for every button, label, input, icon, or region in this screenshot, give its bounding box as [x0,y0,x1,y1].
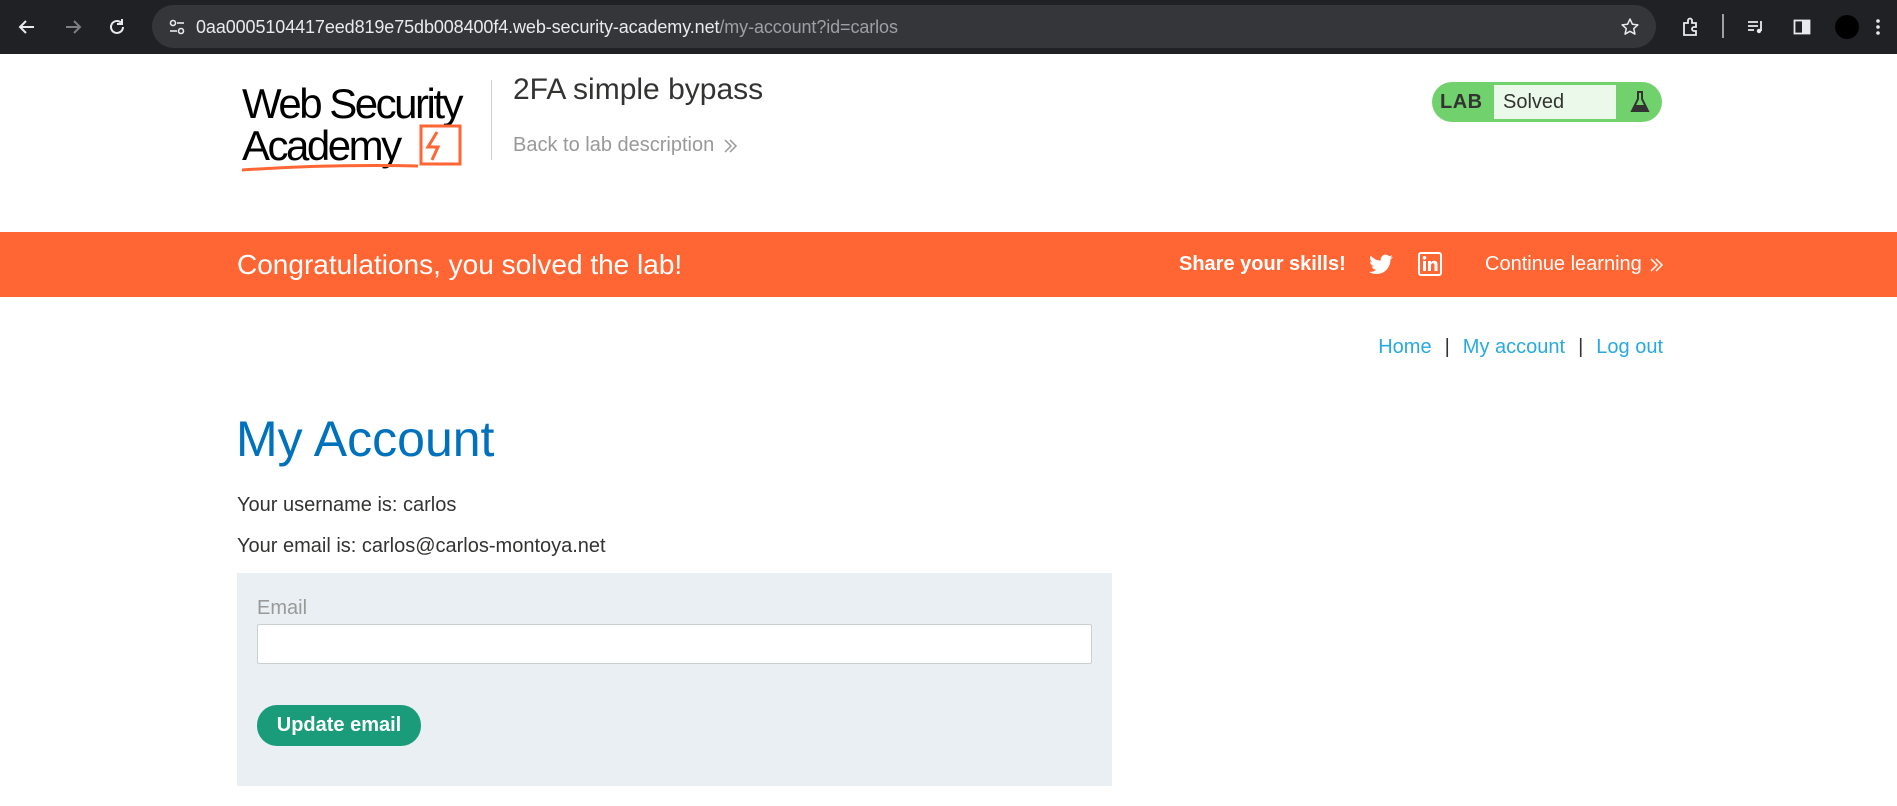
username-text: Your username is: carlos [237,494,457,516]
page-title: My Account [236,411,495,467]
media-controls-icon[interactable] [1739,10,1773,44]
forward-icon[interactable] [56,10,90,44]
lab-title: 2FA simple bypass [513,73,764,106]
nav-my-account-link[interactable]: My account [1463,336,1565,359]
double-chevron-right-icon [724,138,738,153]
email-text: Your email is: carlos@carlos-montoya.net [237,535,606,557]
continue-learning-label: Continue learning [1485,253,1642,275]
url-path: /my-account?id=carlos [719,17,898,37]
nav-home-link[interactable]: Home [1378,336,1431,359]
profile-avatar[interactable] [1830,10,1864,44]
flask-icon [1630,91,1650,112]
svg-text:Academy: Academy [242,122,402,169]
account-nav: Home | My account | Log out [1378,336,1663,359]
menu-kebab-icon[interactable] [1866,10,1890,44]
update-email-button[interactable]: Update email [257,705,421,746]
lab-status-text: Solved [1494,85,1616,119]
lab-status-widget: LAB Solved [1432,82,1662,122]
nav-log-out-link[interactable]: Log out [1596,336,1663,359]
share-skills-label: Share your skills! [1179,253,1346,275]
web-security-academy-logo[interactable]: Web Security Academy [240,80,490,172]
reload-icon[interactable] [100,10,134,44]
url-host: 0aa0005104417eed819e75db008400f4.web-sec… [196,17,720,37]
congratulations-message: Congratulations, you solved the lab! [237,249,683,280]
nav-separator: | [1578,336,1584,358]
back-icon[interactable] [10,10,44,44]
nav-separator: | [1444,336,1450,358]
toolbar-divider [1722,14,1724,38]
double-chevron-right-icon [1650,257,1663,272]
change-email-form: Email Update email [237,573,1112,786]
back-to-lab-description-link[interactable]: Back to lab description [513,134,738,157]
address-bar[interactable]: 0aa0005104417eed819e75db008400f4.web-sec… [152,5,1656,48]
url-text: 0aa0005104417eed819e75db008400f4.web-sec… [196,17,898,38]
lab-label: LAB [1440,91,1483,113]
browser-toolbar: 0aa0005104417eed819e75db008400f4.web-sec… [0,0,1897,54]
linkedin-icon[interactable] [1418,252,1442,276]
extensions-icon[interactable] [1674,10,1708,44]
svg-text:Web Security: Web Security [242,80,463,127]
side-panel-icon[interactable] [1785,10,1819,44]
solved-banner: Congratulations, you solved the lab! Sha… [0,232,1897,297]
site-info-icon[interactable] [162,12,192,42]
back-link-label: Back to lab description [513,134,715,156]
email-input[interactable] [257,624,1092,664]
bookmark-star-icon[interactable] [1616,13,1644,41]
twitter-icon[interactable] [1368,252,1394,278]
header-divider [491,80,492,160]
continue-learning-link[interactable]: Continue learning [1485,253,1664,276]
email-field-label: Email [257,597,308,619]
